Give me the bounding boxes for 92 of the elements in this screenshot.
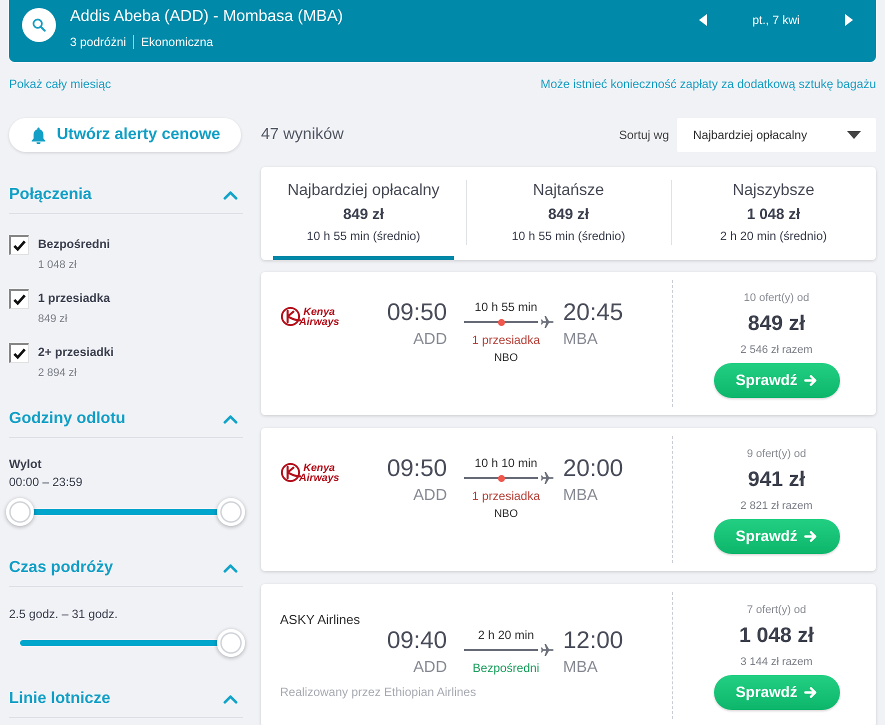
checkmark-icon <box>12 292 27 307</box>
slider-handle[interactable] <box>6 498 34 526</box>
offer-count: 7 ofert(y) od <box>746 603 806 617</box>
chevron-up-icon[interactable] <box>223 414 238 424</box>
stop-dot-icon <box>498 474 504 482</box>
departure-time: 09:50 <box>386 299 447 327</box>
offer-count: 10 ofert(y) od <box>744 291 810 305</box>
arrow-right-icon <box>804 686 818 699</box>
filter-label: Wylot <box>9 456 42 472</box>
option-price: 1 048 zł <box>38 258 77 272</box>
stops-label: 1 przesiadka <box>472 488 540 504</box>
range-value: 2.5 godz. – 31 godz. <box>9 606 118 622</box>
route-title: Addis Abeba (ADD) - Mombasa (MBA) <box>70 7 343 27</box>
price: 1 048 zł <box>739 624 814 648</box>
airport-code: ADD <box>413 332 447 348</box>
slider-handle[interactable] <box>217 629 245 657</box>
airline-name: ASKY Airlines <box>280 612 360 627</box>
date-label: pt., 7 kwi <box>751 13 801 27</box>
departure-time: 09:50 <box>386 455 447 483</box>
section-title: Godziny odlotu <box>9 409 126 429</box>
flight-duration: 10 h 55 min <box>474 299 538 315</box>
option-price: 2 894 zł <box>38 366 77 380</box>
stopover-airport: NBO <box>494 351 518 365</box>
bell-icon <box>30 126 47 144</box>
section-title: Połączenia <box>9 185 92 205</box>
airport-code: ADD <box>413 488 447 504</box>
caret-down-icon <box>847 131 861 139</box>
airport-code: MBA <box>563 332 598 348</box>
total-price: 2 546 zł razem <box>740 343 813 357</box>
arrival-time: 12:00 <box>563 627 624 655</box>
stops-label: Bezpośredni <box>472 660 540 676</box>
price: 941 zł <box>748 468 806 492</box>
result-count: 47 wyników <box>261 126 344 144</box>
airplane-icon <box>540 643 554 657</box>
caret-left-icon <box>699 14 707 26</box>
chevron-up-icon[interactable] <box>223 694 238 704</box>
airplane-icon <box>540 471 554 485</box>
departure-time: 09:40 <box>386 627 447 655</box>
option-label: 1 przesiadka <box>38 290 110 306</box>
checkbox[interactable] <box>9 343 29 363</box>
airport-code: ADD <box>413 660 447 676</box>
option-price: 849 zł <box>38 312 68 326</box>
price-alert-button[interactable]: Utwórz alerty cenowe <box>9 118 241 152</box>
option-label: Bezpośredni <box>38 236 110 252</box>
arrival-time: 20:45 <box>563 299 624 327</box>
section-title: Linie lotnicze <box>9 689 110 709</box>
check-button[interactable]: Sprawdź <box>714 675 840 710</box>
arrow-right-icon <box>804 530 818 543</box>
total-price: 2 821 zł razem <box>740 499 813 513</box>
offer-count: 9 ofert(y) od <box>746 447 806 461</box>
airline-logo-text: Kenya Airways <box>299 462 340 482</box>
price: 849 zł <box>748 312 806 336</box>
stop-dot-icon <box>498 318 504 326</box>
chevron-up-icon[interactable] <box>223 190 238 200</box>
airport-code: MBA <box>563 488 598 504</box>
flight-duration: 2 h 20 min <box>478 627 534 643</box>
checkbox[interactable] <box>9 235 29 255</box>
range-value: 00:00 – 23:59 <box>9 474 82 490</box>
stops-label: 1 przesiadka <box>472 332 540 348</box>
operated-by-text: Realizowany przez Ethiopian Airlines <box>280 685 476 699</box>
traveller-count: 3 podróżni <box>70 34 126 50</box>
stopover-airport: NBO <box>494 507 518 521</box>
search-icon <box>32 18 46 32</box>
slider-track[interactable] <box>6 498 245 526</box>
baggage-info-link[interactable]: Może istnieć konieczność zapłaty za dodatkową sztukę bagażu <box>540 76 876 92</box>
chevron-up-icon[interactable] <box>223 563 238 573</box>
section-title: Czas podróży <box>9 558 114 578</box>
check-button[interactable]: Sprawdź <box>714 519 840 554</box>
check-button[interactable]: Sprawdź <box>714 363 840 398</box>
sort-label: Sortuj wg <box>618 128 669 142</box>
total-price: 3 144 zł razem <box>740 655 813 669</box>
show-month-link[interactable]: Pokaż cały miesiąc <box>9 76 112 92</box>
slider-handle[interactable] <box>217 498 245 526</box>
cabin-class: Ekonomiczna <box>133 35 214 49</box>
search-button[interactable] <box>22 8 56 42</box>
arrow-right-icon <box>804 374 818 387</box>
sort-tab[interactable]: Najbardziej opłacalny 849 zł 10 h 55 min (średnio) <box>261 167 466 260</box>
sort-tab[interactable]: Najszybsze 1 048 zł 2 h 20 min (średnio) <box>671 167 876 260</box>
sort-dropdown[interactable]: Najbardziej opłacalny <box>677 118 876 152</box>
caret-right-icon <box>845 14 853 26</box>
option-label: 2+ przesiadki <box>38 344 114 360</box>
flight-duration: 10 h 10 min <box>474 455 538 471</box>
airline-logo-text: Kenya Airways <box>299 306 340 326</box>
airplane-icon <box>540 315 554 329</box>
airport-code: MBA <box>563 660 598 676</box>
emblem-icon <box>280 462 301 483</box>
checkbox[interactable] <box>9 289 29 309</box>
checkmark-icon <box>12 346 27 361</box>
checkmark-icon <box>12 238 27 253</box>
arrival-time: 20:00 <box>563 455 624 483</box>
sort-tab[interactable]: Najtańsze 849 zł 10 h 55 min (średnio) <box>466 167 671 260</box>
emblem-icon <box>280 306 301 327</box>
